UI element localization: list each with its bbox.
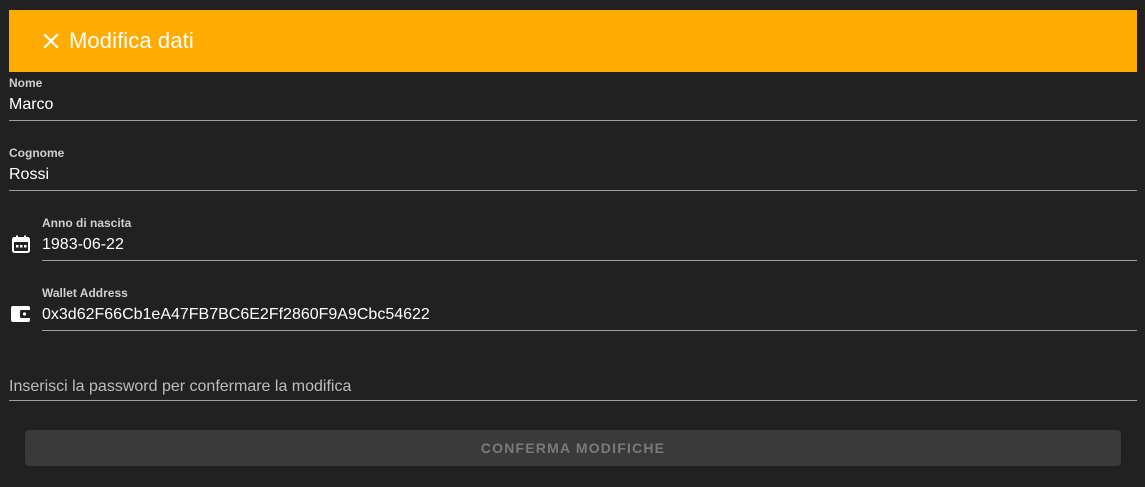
calendar-icon (10, 233, 32, 255)
top-strip (0, 0, 1145, 10)
edit-data-dialog: Modifica dati Nome Cognome Anno di nasci… (0, 0, 1145, 487)
cognome-input[interactable] (9, 166, 1137, 184)
close-button[interactable] (41, 31, 61, 51)
dialog-title: Modifica dati (69, 28, 194, 53)
dialog-header: Modifica dati (9, 10, 1137, 72)
nome-field[interactable]: Nome (9, 76, 1137, 121)
anno-nascita-input[interactable] (42, 236, 1137, 254)
nome-label: Nome (9, 76, 43, 90)
wallet-address-label: Wallet Address (42, 286, 128, 300)
wallet-address-input[interactable] (42, 306, 1137, 324)
cognome-label: Cognome (9, 146, 65, 160)
anno-nascita-field[interactable]: Anno di nascita (42, 216, 1137, 261)
close-icon (43, 33, 59, 49)
wallet-icon (10, 303, 32, 325)
confirm-changes-button[interactable]: CONFERMA MODIFICHE (25, 430, 1121, 466)
nome-input[interactable] (9, 96, 1137, 114)
cognome-field[interactable]: Cognome (9, 146, 1137, 191)
anno-nascita-label: Anno di nascita (42, 216, 132, 230)
password-input[interactable] (9, 373, 1137, 401)
wallet-address-field[interactable]: Wallet Address (42, 286, 1137, 331)
